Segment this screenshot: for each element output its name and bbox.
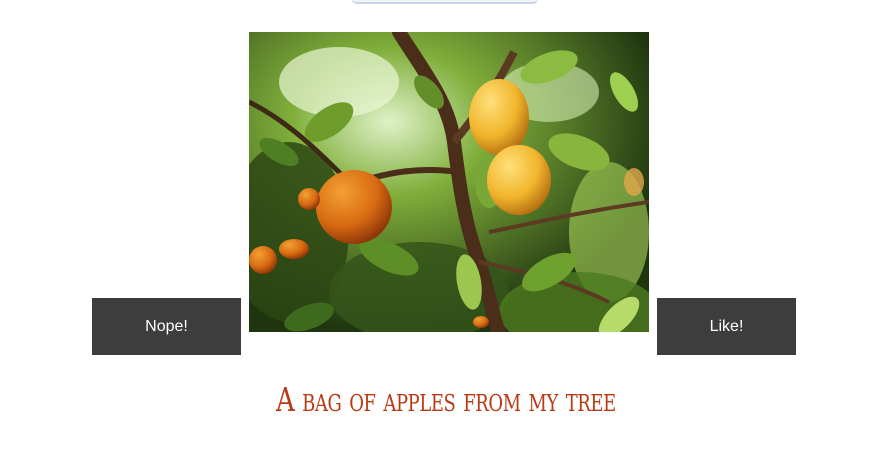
apple-tree-image xyxy=(249,32,649,332)
nope-button[interactable]: Nope! xyxy=(92,298,241,355)
post-caption: A bag of apples from my tree xyxy=(276,380,616,419)
post-photo xyxy=(249,32,649,332)
swipe-card-page: Nope! Like! A bag of apples from my tree xyxy=(0,0,892,468)
top-tab-edge xyxy=(352,0,538,4)
like-button[interactable]: Like! xyxy=(657,298,796,355)
